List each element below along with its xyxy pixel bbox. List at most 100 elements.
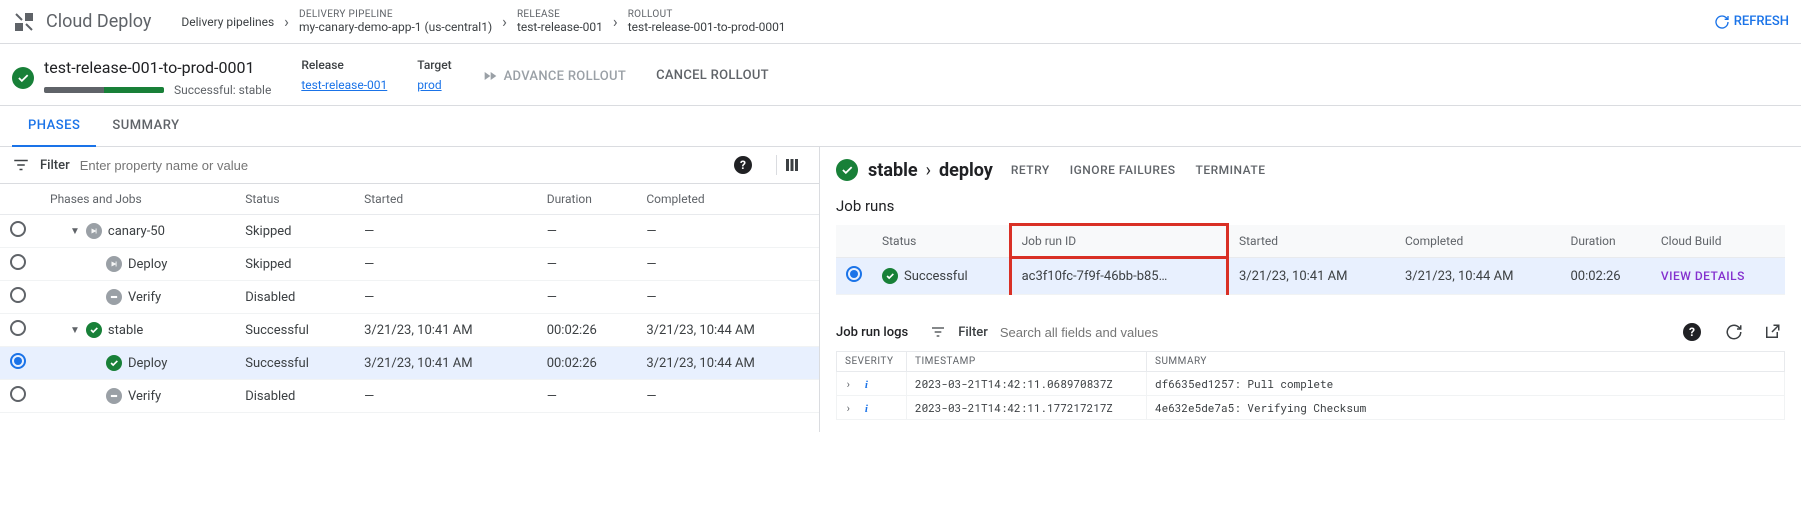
phase-started: — [354,248,537,281]
job-run-started: 3/21/23, 10:41 AM [1228,258,1395,295]
phase-started: — [354,281,537,314]
phase-duration: 00:02:26 [537,314,637,347]
job-run-status: Successful [904,269,968,284]
advance-rollout-button[interactable]: ADVANCE ROLLOUT [482,58,626,84]
job-run-id: ac3f10fc-7f9f-46bb-b85… [1010,258,1227,295]
expand-icon[interactable]: › [845,400,852,415]
breadcrumb-label: RELEASE [517,9,603,20]
tab-phases[interactable]: PHASES [12,106,96,147]
phase-completed: — [636,215,819,248]
phase-row[interactable]: Deploy Skipped — — — [0,248,819,281]
job-runs-title: Job runs [836,197,1785,215]
columns-icon[interactable] [776,155,807,175]
col-severity: SEVERITY [837,352,907,372]
row-radio[interactable] [10,287,26,303]
job-run-row[interactable]: Successful ac3f10fc-7f9f-46bb-b85… 3/21/… [836,258,1785,295]
row-radio[interactable] [10,353,26,369]
ignore-failures-button[interactable]: IGNORE FAILURES [1070,163,1176,177]
refresh-icon[interactable] [1721,319,1747,345]
caret-down-icon[interactable]: ▼ [70,325,80,336]
phases-panel: Filter ? Phases and Jobs Status Started … [0,147,820,432]
open-external-icon[interactable] [1759,319,1785,345]
skip-icon [106,256,122,272]
view-details-link[interactable]: VIEW DETAILS [1661,269,1745,283]
retry-button[interactable]: RETRY [1011,163,1050,177]
job-run-completed: 3/21/23, 10:44 AM [1395,258,1561,295]
log-row[interactable]: › i 2023-03-21T14:42:11.177217217Z 4e632… [837,396,1785,420]
col-duration: Duration [537,184,637,215]
job-logs-header: Job run logs Filter ? [836,313,1785,351]
phase-row[interactable]: ▼canary-50 Skipped — — — [0,215,819,248]
phase-duration: 00:02:26 [537,347,637,380]
phases-table: Phases and Jobs Status Started Duration … [0,184,819,413]
release-link[interactable]: test-release-001 [301,78,387,92]
col-summary: SUMMARY [1147,352,1785,372]
filter-input[interactable] [80,158,716,173]
phase-started: — [354,380,537,413]
breadcrumb-root[interactable]: Delivery pipelines [171,15,284,29]
rollout-title: test-release-001-to-prod-0001 [44,58,271,77]
target-meta: Target prod [417,58,451,92]
phase-status: Disabled [235,380,354,413]
top-bar: Cloud Deploy Delivery pipelines › DELIVE… [0,0,1801,44]
terminate-button[interactable]: TERMINATE [1196,163,1266,177]
rollout-status-text: Successful: stable [174,83,271,97]
help-icon[interactable]: ? [1683,323,1701,341]
phase-name: Deploy [128,257,167,272]
target-link[interactable]: prod [417,78,451,92]
phase-status: Skipped [235,215,354,248]
cloud-deploy-logo-icon [12,10,36,34]
job-detail-panel: stable › deploy RETRY IGNORE FAILURES TE… [820,147,1801,432]
logs-filter-input[interactable] [1000,325,1300,340]
filter-icon [930,324,946,340]
disabled-icon [106,388,122,404]
refresh-label: REFRESH [1734,14,1789,29]
phase-row[interactable]: Verify Disabled — — — [0,380,819,413]
col-name: Phases and Jobs [40,184,235,215]
breadcrumb-release[interactable]: RELEASE test-release-001 [507,9,613,34]
target-label: Target [417,58,451,72]
success-icon [86,322,102,338]
col-completed: Completed [1395,225,1561,258]
cancel-rollout-button[interactable]: CANCEL ROLLOUT [656,58,769,83]
log-row[interactable]: › i 2023-03-21T14:42:11.068970837Z df663… [837,372,1785,396]
tabs: PHASES SUMMARY [0,106,1801,147]
phase-row[interactable]: Deploy Successful 3/21/23, 10:41 AM 00:0… [0,347,819,380]
phase-name: Deploy [128,356,167,371]
row-radio[interactable] [10,320,26,336]
phase-duration: — [537,248,637,281]
row-radio[interactable] [10,221,26,237]
radio-selected[interactable] [846,266,862,282]
col-status: Status [235,184,354,215]
phase-row[interactable]: Verify Disabled — — — [0,281,819,314]
expand-icon[interactable]: › [845,376,852,391]
row-radio[interactable] [10,386,26,402]
phase-started: 3/21/23, 10:41 AM [354,314,537,347]
caret-down-icon[interactable]: ▼ [70,226,80,237]
breadcrumb-value: test-release-001 [517,20,603,34]
job-logs-title: Job run logs [836,325,908,340]
col-status: Status [872,225,1010,258]
logs-table: SEVERITY TIMESTAMP SUMMARY › i 2023-03-2… [836,351,1785,420]
phase-duration: — [537,281,637,314]
phase-row[interactable]: ▼stable Successful 3/21/23, 10:41 AM 00:… [0,314,819,347]
breadcrumb-label: DELIVERY PIPELINE [299,9,492,20]
rollout-header: test-release-001-to-prod-0001 Successful… [0,44,1801,106]
cancel-label: CANCEL ROLLOUT [656,68,769,83]
phase-duration: — [537,380,637,413]
info-icon: i [865,403,868,415]
row-radio[interactable] [10,254,26,270]
log-summary: 4e632e5de7a5: Verifying Checksum [1147,396,1785,420]
phase-name: canary-50 [108,224,165,239]
help-icon[interactable]: ? [734,156,752,174]
tab-summary[interactable]: SUMMARY [96,106,195,146]
log-summary: df6635ed1257: Pull complete [1147,372,1785,396]
phase-started: 3/21/23, 10:41 AM [354,347,537,380]
success-icon [882,268,898,284]
breadcrumb-pipeline[interactable]: DELIVERY PIPELINE my-canary-demo-app-1 (… [289,9,502,34]
job-run-duration: 00:02:26 [1560,258,1650,295]
breadcrumb-rollout: ROLLOUT test-release-001-to-prod-0001 [618,9,796,34]
log-timestamp: 2023-03-21T14:42:11.177217217Z [907,396,1147,420]
refresh-button[interactable]: REFRESH [1714,14,1789,30]
product-name: Cloud Deploy [46,11,151,32]
